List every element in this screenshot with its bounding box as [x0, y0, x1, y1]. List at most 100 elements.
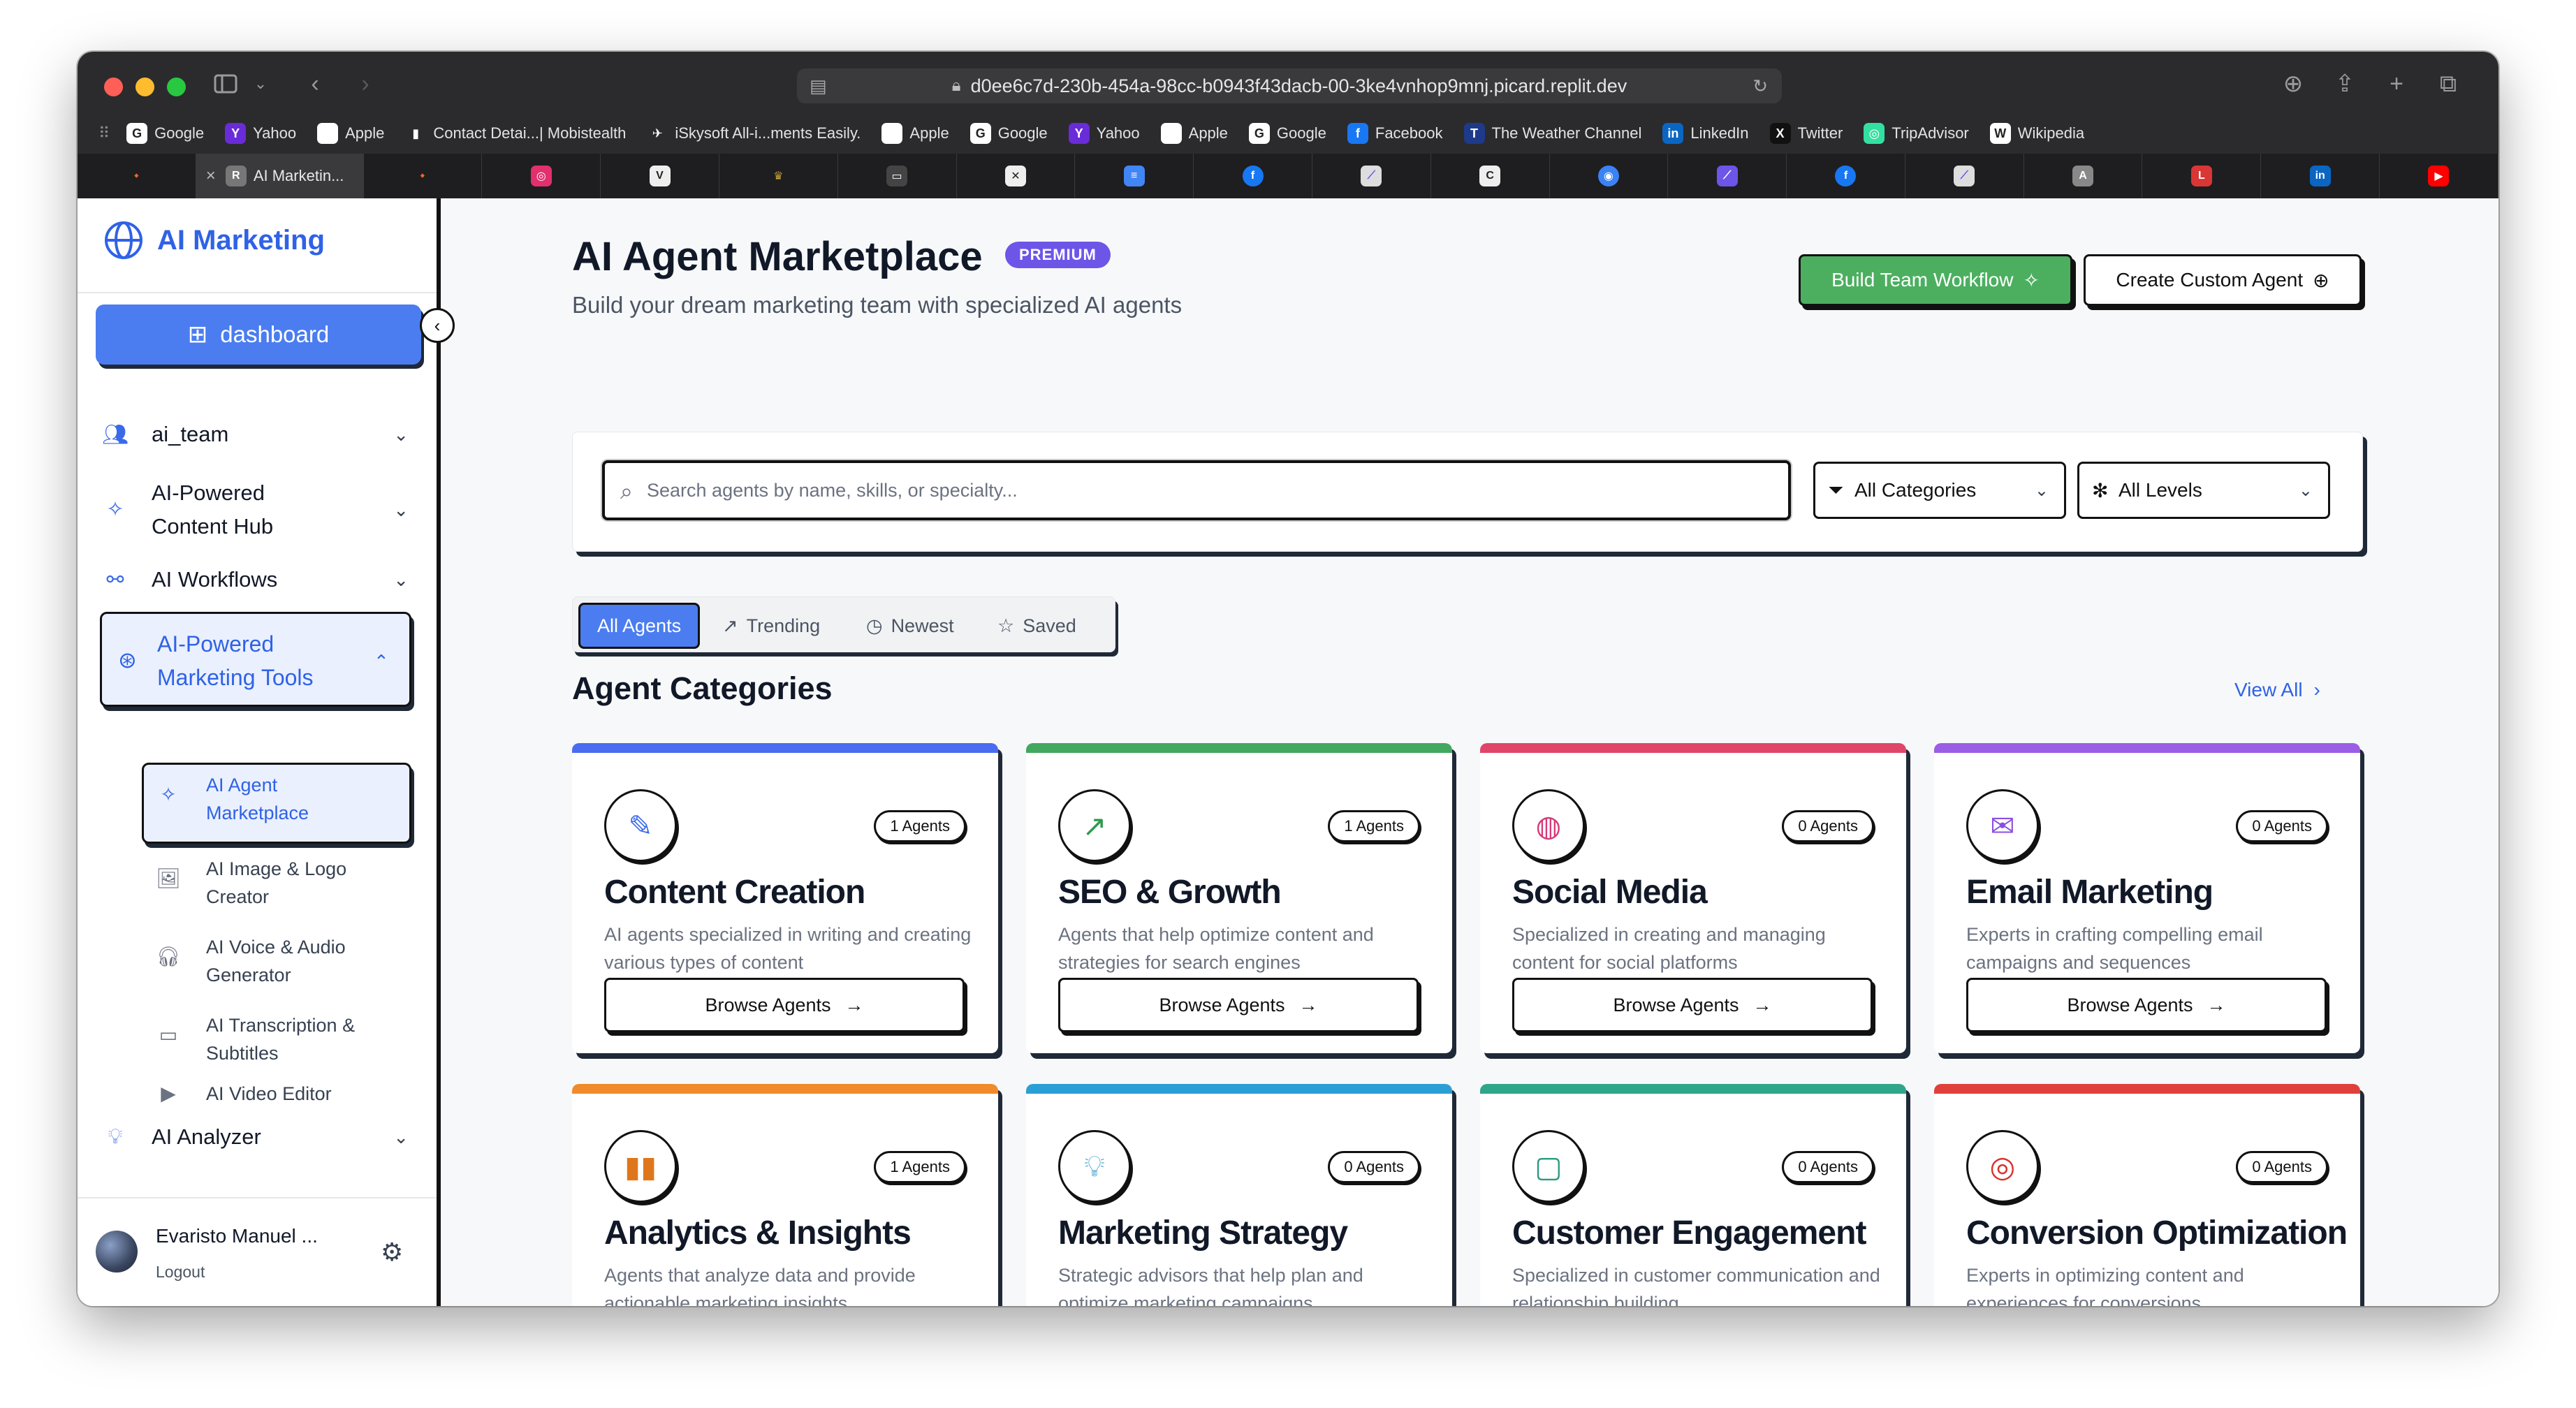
agent-count-badge: 1 Agents — [1328, 810, 1420, 842]
trending-up-icon: ↗ — [1058, 789, 1131, 862]
forward-arrow-icon[interactable]: › — [350, 68, 381, 99]
bookmark-label: The Weather Channel — [1491, 124, 1642, 142]
bookmark-item[interactable]: T The Weather Channel — [1463, 123, 1642, 144]
bookmark-label: Google — [997, 124, 1048, 142]
download-icon[interactable]: ⊕ — [2278, 68, 2308, 99]
bookmark-item[interactable]: Apple — [1160, 123, 1228, 144]
search-field[interactable]: ⌕ — [602, 460, 1791, 520]
tab-pinned[interactable]: ✕ — [957, 154, 1076, 198]
page-menu-icon[interactable]: ▤ — [810, 75, 827, 97]
tab-pinned[interactable]: ◉ — [1550, 154, 1669, 198]
gear-icon[interactable]: ⚙ — [381, 1238, 403, 1267]
tab-pinned[interactable]: V — [601, 154, 719, 198]
browse-agents-button[interactable]: Browse Agents → — [1512, 978, 1873, 1032]
sidebar-item-label: AI Analyzer — [152, 1124, 261, 1149]
bookmark-item[interactable]: G Google — [969, 123, 1048, 144]
close-tab-icon[interactable]: × — [206, 166, 216, 186]
sidebar: AI Marketing ⊞ dashboard ‹ 👥︎ ai_team ⌄ … — [78, 198, 455, 1306]
share-icon[interactable]: ⇪ — [2329, 68, 2360, 99]
bookmark-item[interactable]: ◎ TripAdvisor — [1864, 123, 1969, 144]
chevron-down-icon: ⌄ — [393, 423, 409, 445]
bookmark-item[interactable]: ✈ iSkysoft All-i...ments Easily. — [647, 123, 861, 144]
sidebar-item-ai-team[interactable]: 👥︎ ai_team ⌄ — [101, 422, 416, 447]
users-icon: 👥︎ — [101, 423, 129, 446]
sidebar-item-workflows[interactable]: ⚯ AI Workflows ⌄ — [101, 567, 416, 592]
view-all-link[interactable]: View All › — [2234, 679, 2320, 701]
bookmark-item[interactable]: G Google — [126, 123, 204, 144]
avatar[interactable] — [96, 1231, 138, 1273]
dashboard-button[interactable]: ⊞ dashboard — [96, 305, 421, 365]
tab-active[interactable]: × R AI Marketin... — [196, 154, 364, 198]
browse-label: Browse Agents — [1159, 994, 1285, 1015]
tab-saved[interactable]: ☆ Saved — [997, 603, 1076, 649]
tab-pinned[interactable]: ⟋ — [1905, 154, 2024, 198]
bookmark-item[interactable]: Y Yahoo — [1068, 123, 1140, 144]
browse-agents-button[interactable]: Browse Agents → — [1058, 978, 1419, 1032]
tab-pinned[interactable]: ⟋ — [1668, 154, 1787, 198]
sidebar-subitem-video-editor[interactable]: ▶ AI Video Editor — [154, 1080, 406, 1108]
reload-icon[interactable]: ↻ — [1752, 75, 1768, 97]
tab-pinned[interactable]: ◎ — [482, 154, 601, 198]
chevron-down-icon[interactable]: ⌄ — [245, 68, 276, 99]
card-title: Analytics & Insights — [604, 1215, 912, 1252]
create-custom-agent-button[interactable]: Create Custom Agent ⊕ — [2084, 254, 2362, 306]
card-description: Specialized in customer communication an… — [1512, 1265, 1880, 1306]
tab-pinned[interactable]: ♛ — [719, 154, 838, 198]
bookmark-favicon-icon — [1160, 123, 1182, 144]
tab-pinned[interactable]: ≡ — [1075, 154, 1194, 198]
tab-pinned[interactable]: in — [2261, 154, 2380, 198]
sidebar-subitem-image-creator[interactable]: 🖼︎ AI Image & Logo Creator — [154, 855, 406, 911]
sidebar-subitem-voice-generator[interactable]: 🎧︎ AI Voice & Audio Generator — [154, 933, 406, 989]
tab-all-agents[interactable]: All Agents — [578, 603, 701, 649]
sidebar-item-content-hub[interactable]: ✧ AI-Powered Content Hub ⌄ — [101, 476, 416, 543]
filter-icon: ⏷ — [1828, 478, 1844, 501]
tab-pinned[interactable]: f — [1194, 154, 1312, 198]
logout-link[interactable]: Logout — [156, 1263, 205, 1282]
back-arrow-icon[interactable]: ‹ — [300, 68, 330, 99]
browse-agents-button[interactable]: Browse Agents → — [1966, 978, 2327, 1032]
tab-pinned[interactable]: L — [2142, 154, 2262, 198]
browse-agents-button[interactable]: Browse Agents → — [604, 978, 965, 1032]
tab-pinned[interactable]: C — [1431, 154, 1550, 198]
bookmark-item[interactable]: ▮ Contact Detai...| Mobistealth — [405, 123, 626, 144]
apps-grid-icon[interactable]: ⠿ — [98, 124, 110, 142]
tab-newest[interactable]: ◷ Newest — [866, 603, 954, 649]
build-team-workflow-button[interactable]: Build Team Workflow ✧ — [1799, 254, 2072, 306]
tab-pinned[interactable]: ⬩ — [364, 154, 483, 198]
category-select[interactable]: ⏷ All Categories ⌄ — [1813, 462, 2066, 519]
bookmark-item[interactable]: Y Yahoo — [225, 123, 296, 144]
bookmark-item[interactable]: f Facebook — [1347, 123, 1443, 144]
sidebar-subitem-agent-marketplace[interactable]: ✧ AI Agent Marketplace — [154, 771, 406, 827]
tab-pinned[interactable]: A — [2024, 154, 2143, 198]
tab-overview-icon[interactable]: ⧉ — [2433, 68, 2464, 99]
minimize-window-button[interactable] — [136, 78, 154, 96]
search-input[interactable] — [647, 479, 1788, 501]
tab-trending[interactable]: ↗ Trending — [722, 603, 820, 649]
sidebar-subitem-transcription[interactable]: ▭ AI Transcription & Subtitles — [154, 1011, 406, 1067]
category-card: ✉ 0 Agents Email Marketing Experts in craft… — [1934, 743, 2360, 1053]
tab-pinned[interactable]: ▶ — [2380, 154, 2498, 198]
tab-pinned[interactable]: ⬩ — [78, 154, 196, 198]
bookmark-item[interactable]: G Google — [1248, 123, 1326, 144]
bookmark-item[interactable]: Apple — [317, 123, 384, 144]
new-tab-icon[interactable]: + — [2381, 68, 2412, 99]
bookmark-label: LinkedIn — [1690, 124, 1749, 142]
bookmark-item[interactable]: W Wikipedia — [1989, 123, 2084, 144]
bookmark-item[interactable]: in LinkedIn — [1662, 123, 1749, 144]
bookmark-item[interactable]: X Twitter — [1769, 123, 1843, 144]
sidebar-item-analyzer[interactable]: 💡︎ AI Analyzer ⌄ — [101, 1124, 416, 1150]
address-bar[interactable]: ▤ 🔒︎ d0ee6c7d-230b-454a-98cc-b0943f43dac… — [797, 68, 1782, 103]
tab-pinned[interactable]: ⟋ — [1312, 154, 1431, 198]
close-window-button[interactable] — [104, 78, 123, 96]
app-root: AI Marketing ⊞ dashboard ‹ 👥︎ ai_team ⌄ … — [78, 198, 2498, 1306]
brand[interactable]: AI Marketing — [103, 219, 325, 261]
collapse-sidebar-button[interactable]: ‹ — [420, 308, 455, 343]
maximize-window-button[interactable] — [167, 78, 186, 96]
tab-pinned[interactable]: f — [1787, 154, 1905, 198]
pen-icon: ✎ — [604, 789, 677, 862]
tab-pinned[interactable]: ▭ — [838, 154, 957, 198]
level-select[interactable]: ✻ All Levels ⌄ — [2077, 462, 2330, 519]
replit-icon: R — [225, 166, 247, 186]
bookmark-item[interactable]: Apple — [881, 123, 949, 144]
sidebar-toggle-icon[interactable] — [210, 68, 241, 99]
